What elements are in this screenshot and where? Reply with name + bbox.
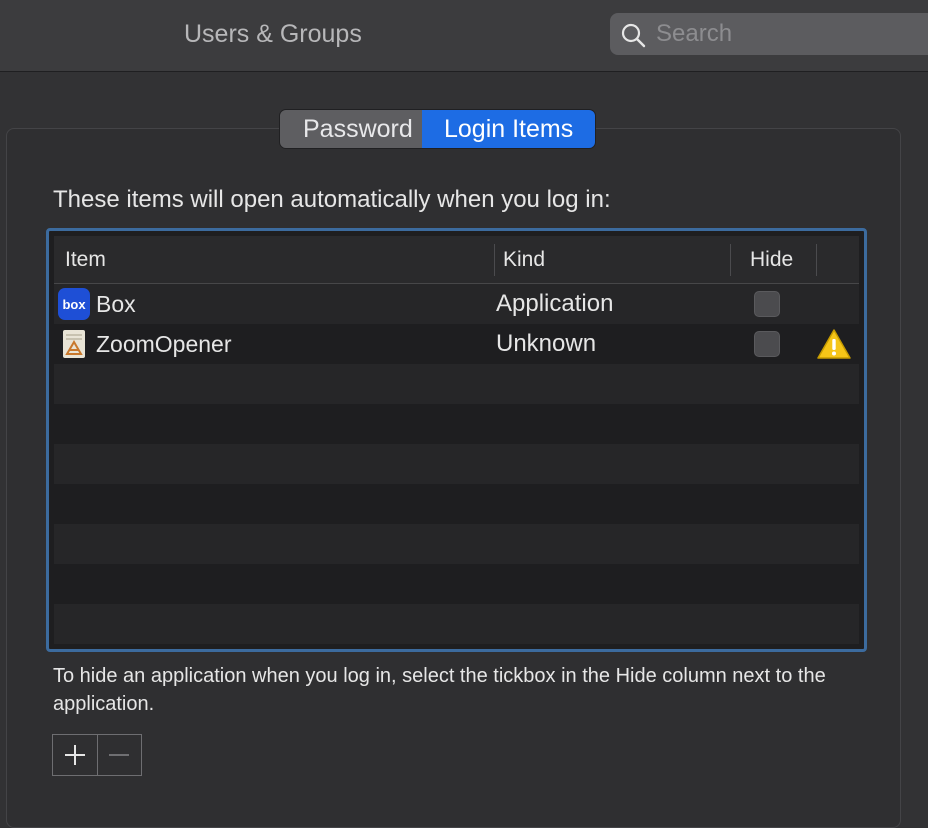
help-text: To hide an application when you log in, … <box>53 665 826 715</box>
table-row[interactable]: box Box Application <box>54 284 859 324</box>
window-title: Users & Groups <box>184 20 362 48</box>
empty-row <box>54 604 859 644</box>
table-row[interactable]: ZoomOpener Unknown <box>54 324 859 364</box>
add-remove-buttons <box>52 734 142 776</box>
empty-row <box>54 364 859 404</box>
empty-row <box>54 484 859 524</box>
tab-password[interactable]: Password <box>280 110 422 148</box>
empty-row <box>54 644 859 649</box>
search-field[interactable] <box>610 13 928 55</box>
plus-icon <box>64 745 85 765</box>
warning-icon[interactable] <box>816 328 852 360</box>
login-items-table[interactable]: Item Kind Hide box Box Application ZoomO… <box>46 228 867 652</box>
column-header-item[interactable]: Item <box>65 248 106 272</box>
empty-row <box>54 404 859 444</box>
hide-checkbox[interactable] <box>754 331 780 357</box>
column-divider[interactable] <box>730 244 731 276</box>
column-divider[interactable] <box>816 244 817 276</box>
remove-item-button[interactable] <box>98 735 142 775</box>
intro-text: These items will open automatically when… <box>53 186 611 213</box>
item-name: Box <box>96 290 136 317</box>
search-input[interactable] <box>656 13 916 55</box>
column-divider[interactable] <box>494 244 495 276</box>
empty-row <box>54 444 859 484</box>
generic-app-icon <box>63 330 85 358</box>
empty-row <box>54 524 859 564</box>
tab-bar: Password Login Items <box>280 110 596 148</box>
empty-row <box>54 564 859 604</box>
table-header: Item Kind Hide <box>54 236 859 284</box>
svg-text:box: box <box>62 297 86 312</box>
title-bar: Users & Groups <box>0 0 928 72</box>
tab-login-items[interactable]: Login Items <box>422 110 596 148</box>
item-cell: ZoomOpener <box>58 324 232 364</box>
column-header-kind[interactable]: Kind <box>503 248 545 272</box>
search-icon <box>621 23 646 48</box>
item-kind: Unknown <box>496 330 597 357</box>
item-cell: box Box <box>58 284 136 324</box>
hide-checkbox[interactable] <box>754 291 780 317</box>
column-header-hide[interactable]: Hide <box>750 248 793 272</box>
table-body: box Box Application ZoomOpener Unknown <box>54 284 859 649</box>
item-name: ZoomOpener <box>96 330 232 357</box>
item-kind: Application <box>496 290 614 317</box>
add-item-button[interactable] <box>53 735 98 775</box>
box-app-icon: box <box>58 288 90 320</box>
minus-icon <box>109 754 130 756</box>
